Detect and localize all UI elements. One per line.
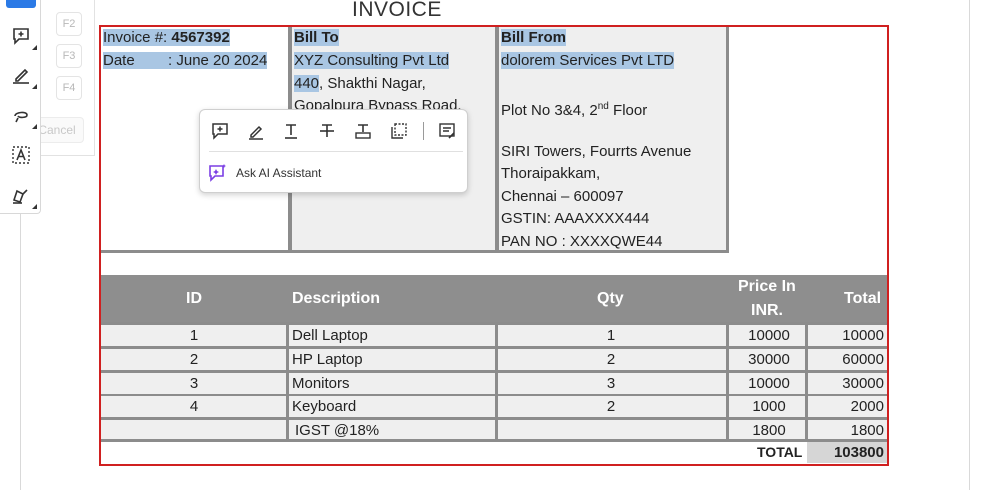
ask-ai-assistant-label: Ask AI Assistant (236, 166, 322, 180)
popup-divider (209, 151, 463, 152)
add-comment-icon[interactable] (8, 23, 37, 50)
add-note-icon[interactable] (435, 119, 459, 143)
sign-icon[interactable] (8, 182, 37, 209)
replace-text-icon[interactable] (351, 119, 375, 143)
strikethrough-icon[interactable] (315, 119, 339, 143)
key-hint-f3: F3 (56, 44, 82, 68)
add-comment-icon[interactable] (208, 119, 232, 143)
key-hint-f2: F2 (56, 12, 82, 36)
text-box-icon[interactable] (8, 142, 34, 168)
ask-ai-assistant-button[interactable]: Ask AI Assistant (208, 162, 321, 184)
underline-icon[interactable] (279, 119, 303, 143)
draw-freeform-icon[interactable] (8, 102, 37, 129)
page-title: INVOICE (352, 0, 442, 21)
document-right-edge (969, 0, 970, 490)
popup-divider-vertical (423, 122, 424, 140)
key-hint-f4: F4 (56, 76, 82, 100)
ai-assistant-icon (208, 163, 228, 183)
highlight-icon[interactable] (244, 119, 268, 143)
highlight-icon[interactable] (8, 62, 37, 89)
select-tool-icon[interactable] (6, 0, 36, 8)
selection-frame (99, 25, 889, 466)
annotation-toolbar (0, 0, 41, 214)
quick-action-popup: Ask AI Assistant (199, 109, 468, 193)
copy-icon[interactable] (387, 119, 411, 143)
